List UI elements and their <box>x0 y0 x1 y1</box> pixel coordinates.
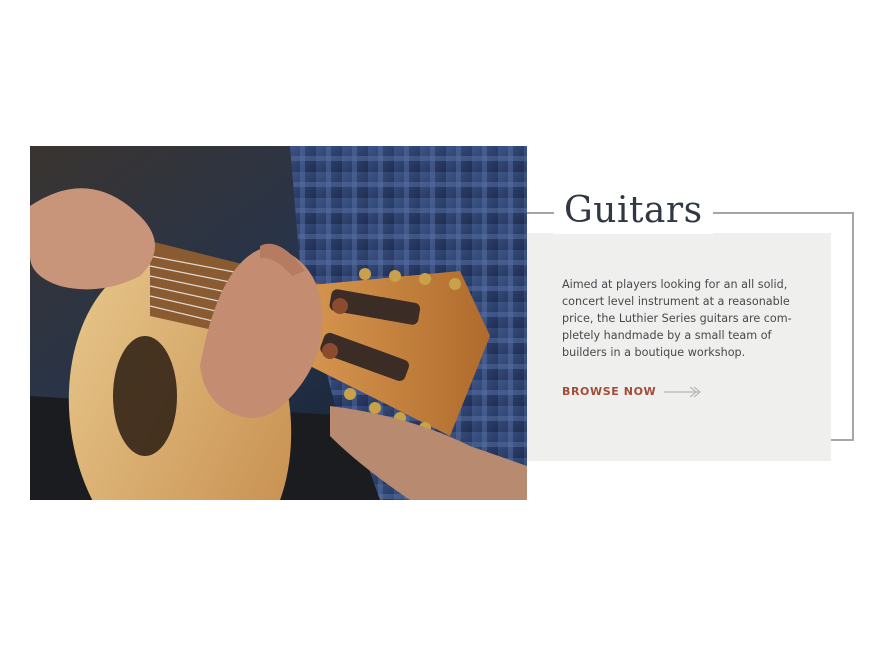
photo-guitarist-icon <box>30 146 527 500</box>
browse-now-link[interactable]: BROWSE NOW <box>562 385 704 398</box>
arrow-right-icon <box>664 386 704 398</box>
guitar-photo <box>30 146 527 500</box>
page-title: Guitars <box>554 188 713 234</box>
description-text: Aimed at players looking for an all soli… <box>562 278 792 359</box>
browse-now-label: BROWSE NOW <box>562 385 657 398</box>
